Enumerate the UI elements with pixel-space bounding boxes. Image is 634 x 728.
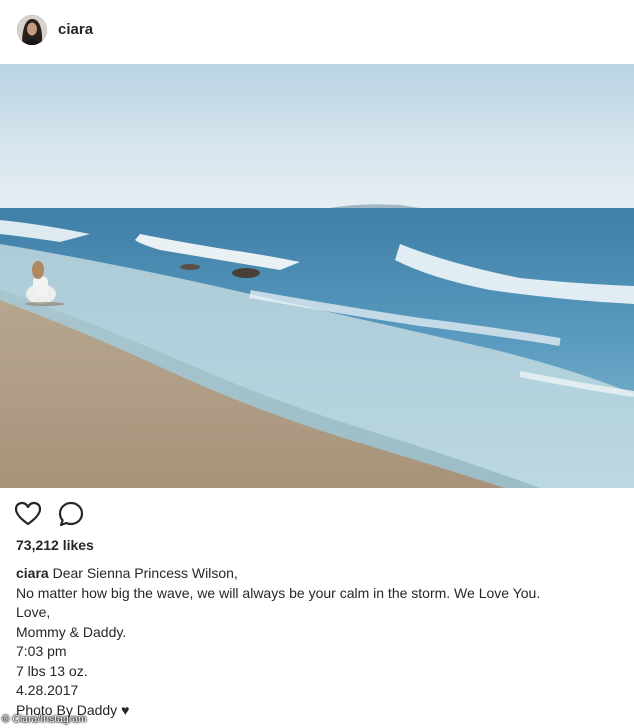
caption-line: Mommy & Daddy.	[16, 623, 127, 640]
caption-greeting: Dear Sienna Princess Wilson,	[52, 565, 238, 581]
post-photo[interactable]	[0, 64, 634, 488]
heart-outline-icon[interactable]	[14, 500, 42, 528]
caption-line: 4.28.2017	[16, 682, 79, 698]
username[interactable]: ciara	[58, 21, 93, 38]
like-count[interactable]: 73,212 likes	[16, 537, 94, 553]
caption-last-line: Photo By Daddy ♥	[16, 701, 616, 721]
photo-credit: © Ciara/Instagram	[2, 714, 87, 725]
post-header: ciara	[0, 0, 634, 64]
caption-first-line: ciara Dear Sienna Princess Wilson,	[16, 564, 616, 584]
caption-line: Love,	[16, 604, 51, 620]
speech-bubble-icon[interactable]	[57, 500, 85, 528]
heart-icon: ♥	[121, 701, 130, 718]
avatar[interactable]	[17, 15, 47, 45]
caption-line: No matter how big the wave, we will alwa…	[16, 584, 541, 601]
caption-line: 7:03 pm	[16, 643, 67, 659]
caption-author[interactable]: ciara	[16, 565, 49, 581]
post-caption: ciara Dear Sienna Princess Wilson, No ma…	[16, 564, 616, 720]
caption-line: 7 lbs 13 oz.	[16, 662, 88, 679]
